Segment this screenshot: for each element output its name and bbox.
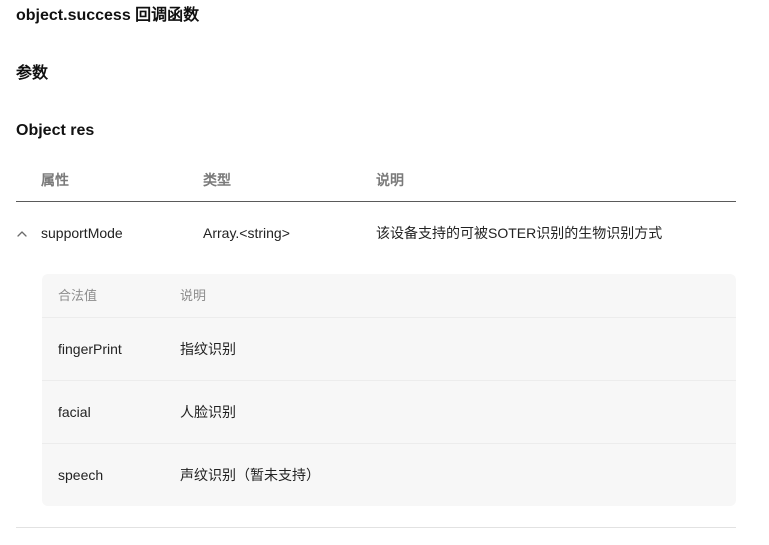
valid-values-header: 合法值 说明 [42,274,736,318]
divider [16,527,736,528]
property-type: Array.<string> [203,225,290,241]
table-row[interactable]: supportMode Array.<string> 该设备支持的可被SOTER… [16,202,736,264]
property-description: 该设备支持的可被SOTER识别的生物识别方式 [376,225,663,241]
value-description: 人脸识别 [180,404,236,420]
header-type: 类型 [203,172,231,188]
valid-values-table: 合法值 说明 fingerPrint 指纹识别 facial 人脸识别 spee… [42,274,736,506]
table-row: facial 人脸识别 [42,381,736,444]
header-value-description: 说明 [180,288,207,303]
params-title: 参数 [16,65,49,82]
chevron-up-icon[interactable] [16,227,28,239]
table-row: fingerPrint 指纹识别 [42,318,736,381]
param-table-header: 属性 类型 说明 [16,158,736,202]
header-description: 说明 [376,172,404,188]
header-property: 属性 [41,172,69,188]
valid-value: facial [58,404,91,420]
value-description: 指纹识别 [180,341,236,357]
valid-value: speech [58,467,104,483]
param-table: 属性 类型 说明 supportMode Array.<string> 该设备支… [16,158,736,264]
table-row: speech 声纹识别（暂未支持） [42,444,736,506]
valid-value: fingerPrint [58,341,122,357]
value-description: 声纹识别（暂未支持） [180,467,320,483]
header-valid-value: 合法值 [58,288,98,303]
callback-title: object.success 回调函数 [16,7,200,24]
property-name: supportMode [41,225,123,241]
object-res-title: Object res [16,122,95,139]
